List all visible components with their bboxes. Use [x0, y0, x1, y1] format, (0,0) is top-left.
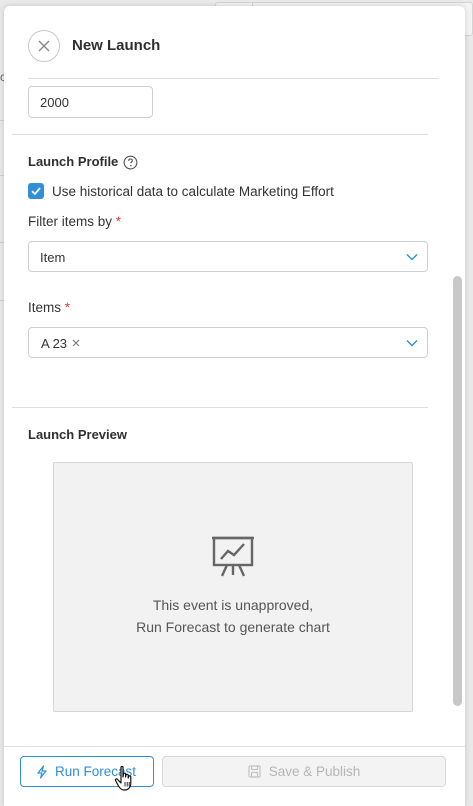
remove-tag-icon[interactable]: [72, 339, 80, 347]
items-label: Items *: [28, 300, 70, 315]
items-multiselect[interactable]: A 23: [28, 327, 428, 358]
presentation-chart-icon: [212, 536, 254, 577]
required-mark: *: [64, 300, 71, 315]
launch-preview-placeholder: This event is unapproved, Run Forecast t…: [53, 462, 413, 712]
section-divider: [12, 134, 428, 135]
hand-pointer-cursor: [114, 765, 132, 791]
chevron-down-icon: [406, 340, 418, 347]
launch-profile-title: Launch Profile: [28, 154, 119, 169]
use-historical-checkbox[interactable]: [28, 183, 44, 199]
section-divider: [12, 407, 428, 408]
filter-items-select[interactable]: Item: [28, 241, 428, 272]
header-divider: [28, 78, 439, 79]
save-publish-button[interactable]: Save & Publish: [162, 756, 446, 787]
save-icon: [248, 765, 261, 778]
scrollbar[interactable]: [453, 276, 462, 706]
items-label-text: Items: [28, 300, 62, 315]
filter-items-value: Item: [40, 250, 66, 265]
required-mark: *: [115, 214, 122, 229]
filter-items-label-text: Filter items by: [28, 214, 113, 229]
item-tag-label: A 23: [41, 335, 68, 351]
new-launch-drawer: New Launch Launch Profile Use historical…: [4, 6, 465, 806]
filter-items-label: Filter items by *: [28, 214, 121, 229]
launch-preview-title: Launch Preview: [28, 427, 127, 442]
use-historical-label: Use historical data to calculate Marketi…: [52, 184, 334, 199]
help-icon[interactable]: [123, 155, 138, 170]
budget-input[interactable]: [28, 86, 153, 118]
chevron-down-icon: [406, 254, 418, 261]
drawer-title: New Launch: [72, 37, 161, 54]
preview-message-line2: Run Forecast to generate chart: [136, 619, 330, 635]
drawer-footer: Run Forecast Save & Publish: [4, 746, 465, 806]
save-publish-label: Save & Publish: [268, 764, 361, 779]
close-button[interactable]: [28, 30, 60, 62]
close-icon: [38, 40, 50, 52]
drawer-header: New Launch: [4, 6, 465, 78]
checkmark-icon: [31, 187, 41, 196]
preview-message-line1: This event is unapproved,: [152, 597, 314, 613]
item-tag: A 23: [35, 333, 84, 353]
lightning-icon: [37, 764, 47, 779]
